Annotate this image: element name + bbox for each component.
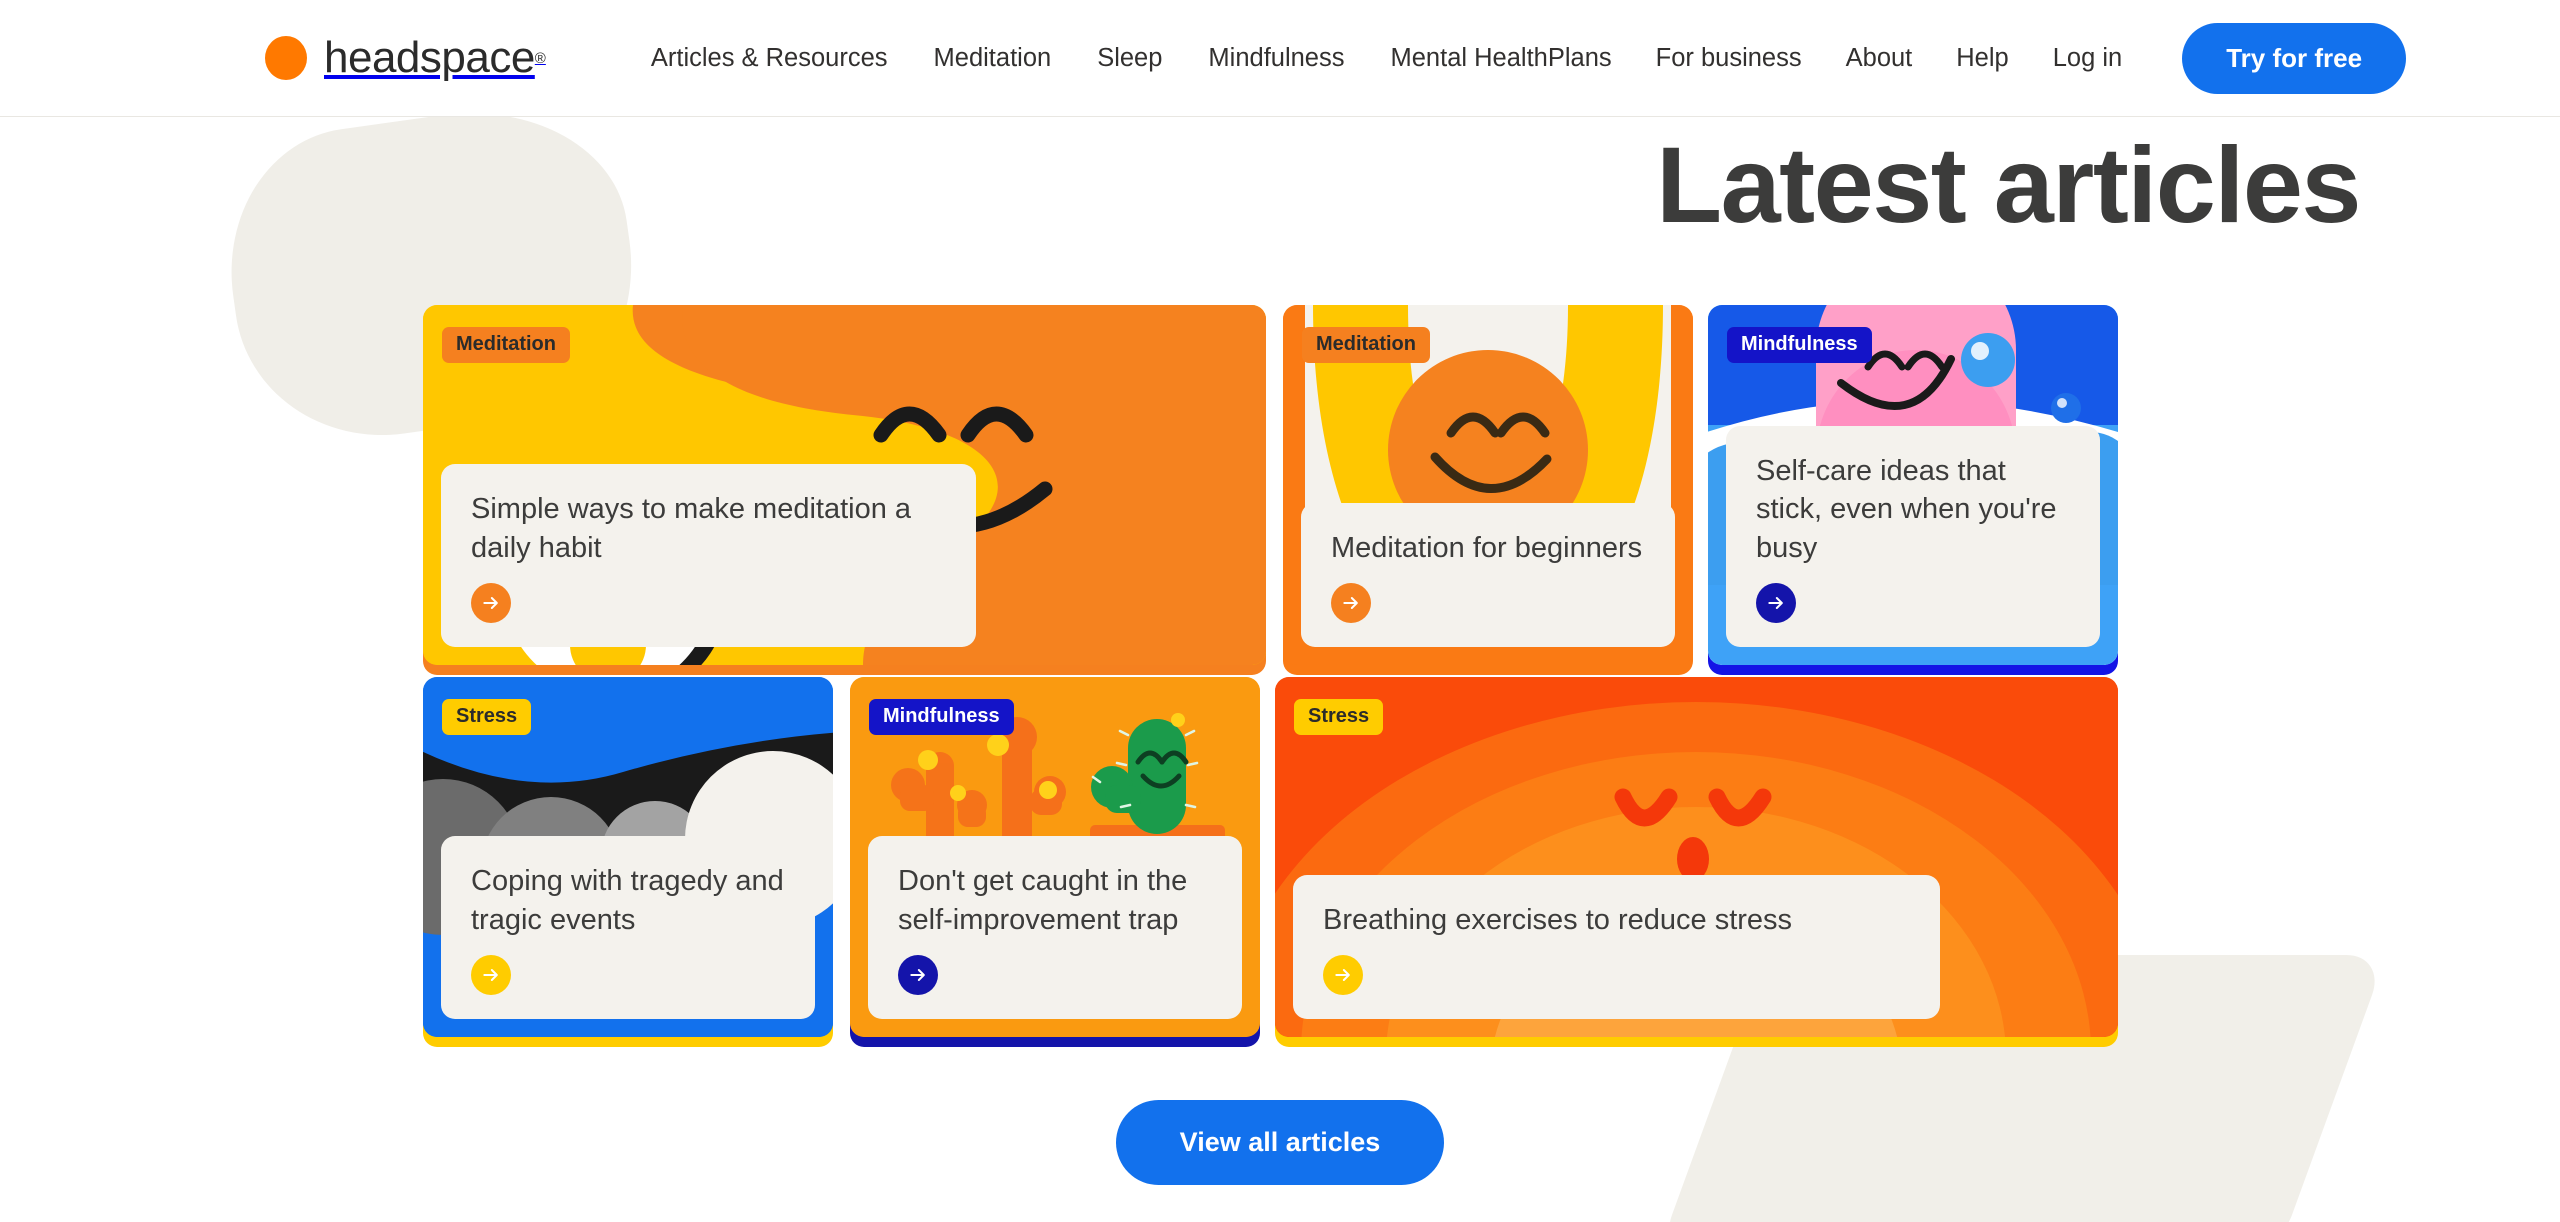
secondary-navigation: Plans For business About Help Log in Try… [1548,22,2407,94]
card-caption-4: Coping with tragedy and tragic events [441,836,815,1019]
badge-label: Meditation [456,333,556,355]
card-badge-meditation-1: Meditation [442,327,570,363]
card-caption-5: Don't get caught in the self-improvement… [868,836,1242,1019]
card-badge-stress-4: Stress [442,699,532,735]
card-caption-1: Simple ways to make meditation a daily h… [441,464,976,647]
card-arrow-button-1[interactable] [471,583,511,623]
badge-label: Meditation [1316,333,1416,355]
card-badge-mindfulness-3: Mindfulness [1727,327,1872,363]
card-badge-stress-6: Stress [1294,699,1384,735]
brand-logo-link[interactable]: headspace ® [265,33,546,83]
nav-item-articles-resources[interactable]: Articles & Resources [651,44,888,73]
view-all-container: View all articles [0,1100,2560,1185]
card-caption-3: Self-care ideas that stick, even when yo… [1726,426,2100,647]
card-title-4: Coping with tragedy and tragic events [471,865,784,936]
nav-item-help[interactable]: Help [1956,44,2008,73]
nav-item-about[interactable]: About [1846,44,1913,73]
page-root: headspace ® Articles & Resources Meditat… [0,0,2560,1222]
primary-navigation: Articles & Resources Meditation Sleep Mi… [651,44,1548,73]
article-card-dont-get-caught-in-the-self-improvement-trap[interactable]: Mindfulness Don't get caught in the self… [850,677,1260,1037]
nav-item-plans[interactable]: Plans [1548,44,1612,73]
article-card-breathing-exercises-to-reduce-stress[interactable]: Stress Breathing exercises to reduce str… [1275,677,2118,1037]
site-header: headspace ® Articles & Resources Meditat… [0,0,2560,117]
brand-wordmark: headspace [324,33,535,82]
trademark-mark: ® [534,49,546,67]
nav-item-mental-health[interactable]: Mental Health [1391,44,1548,73]
nav-item-mindfulness[interactable]: Mindfulness [1208,44,1344,73]
try-for-free-button[interactable]: Try for free [2182,22,2407,94]
card-arrow-button-3[interactable] [1756,583,1796,623]
arrow-right-icon [1335,969,1350,981]
card-badge-meditation-2: Meditation [1302,327,1430,363]
card-title-5: Don't get caught in the self-improvement… [898,865,1188,936]
card-title-2: Meditation for beginners [1331,531,1643,564]
card-arrow-button-6[interactable] [1323,955,1363,995]
arrow-right-icon [1343,597,1358,609]
article-card-coping-with-tragedy-and-tragic-events[interactable]: Stress Coping with tragedy and tragic ev… [423,677,833,1037]
card-arrow-button-2[interactable] [1331,583,1371,623]
arrow-right-icon [483,597,498,609]
article-card-meditation-for-beginners[interactable]: Meditation Meditation for beginners [1283,305,1693,665]
nav-item-meditation[interactable]: Meditation [934,44,1052,73]
card-arrow-button-5[interactable] [898,955,938,995]
card-caption-6: Breathing exercises to reduce stress [1293,874,1940,1019]
card-title-3: Self-care ideas that stick, even when yo… [1756,455,2057,564]
card-title-1: Simple ways to make meditation a daily h… [471,493,912,564]
page-title: Latest articles [1656,124,2361,245]
article-card-simple-ways-to-make-meditation-a-daily-habit[interactable]: Meditation Simple ways to make meditatio… [423,305,1266,665]
card-arrow-button-4[interactable] [471,955,511,995]
badge-label: Stress [1308,705,1370,727]
card-badge-mindfulness-5: Mindfulness [869,699,1014,735]
nav-item-sleep[interactable]: Sleep [1097,44,1162,73]
arrow-right-icon [910,969,925,981]
nav-item-for-business[interactable]: For business [1656,44,1802,73]
card-title-6: Breathing exercises to reduce stress [1323,903,1793,936]
card-caption-2: Meditation for beginners [1301,502,1675,647]
nav-item-log-in[interactable]: Log in [2053,44,2122,73]
article-card-self-care-ideas-that-stick[interactable]: Mindfulness Self-care ideas that stick, … [1708,305,2118,665]
badge-label: Mindfulness [883,705,1000,727]
arrow-right-icon [1768,597,1783,609]
view-all-articles-button[interactable]: View all articles [1115,1100,1445,1185]
badge-label: Mindfulness [1741,333,1858,355]
headspace-circle-icon [265,36,307,80]
badge-label: Stress [456,705,518,727]
arrow-right-icon [483,969,498,981]
